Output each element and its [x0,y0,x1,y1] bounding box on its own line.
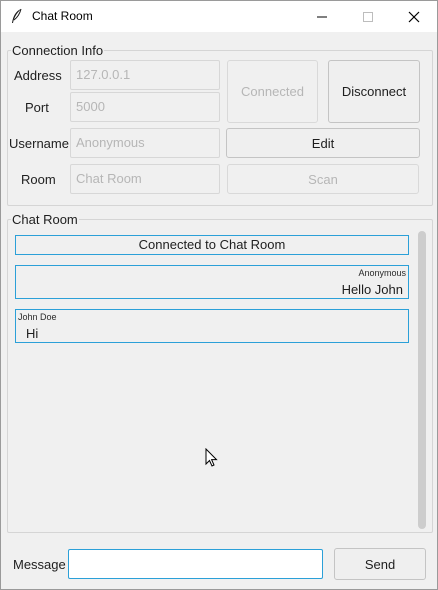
scan-button[interactable]: Scan [227,164,419,194]
outgoing-message: Anonymous Hello John [15,265,409,299]
title-bar[interactable]: Chat Room [1,1,437,32]
maximize-icon [363,11,373,22]
window-title: Chat Room [32,9,93,23]
username-field[interactable]: Anonymous [70,128,220,158]
mouse-pointer-icon [205,447,219,468]
connected-button[interactable]: Connected [227,60,318,123]
close-icon [408,11,420,22]
system-message-text: Connected to Chat Room [138,237,286,252]
port-label: Port [25,100,49,115]
minimize-icon [317,16,327,17]
port-field[interactable]: 5000 [70,92,220,122]
send-button[interactable]: Send [334,548,426,580]
username-label: Username [9,136,69,151]
close-button[interactable] [391,1,437,32]
message-text: Hi [26,326,39,341]
message-text: Hello John [341,282,403,297]
disconnect-button[interactable]: Disconnect [328,60,420,123]
system-message: Connected to Chat Room [15,235,409,255]
message-sender: Anonymous [358,268,406,278]
edit-button[interactable]: Edit [226,128,420,158]
incoming-message: John Doe Hi [15,309,409,343]
message-sender: John Doe [18,312,57,322]
minimize-button[interactable] [299,1,345,32]
address-field[interactable]: 127.0.0.1 [70,60,220,90]
chat-scrollbar[interactable] [418,231,426,529]
feather-icon [10,8,24,24]
address-label: Address [14,68,62,83]
room-field[interactable]: Chat Room [70,164,220,194]
message-input[interactable] [68,549,323,579]
chat-room-label: Chat Room [11,212,79,227]
chat-room-window: Chat Room Connection Info Address 127.0.… [0,0,438,590]
maximize-button[interactable] [345,1,391,32]
message-label: Message [13,557,66,572]
room-label: Room [21,172,56,187]
connection-info-label: Connection Info [11,43,105,58]
